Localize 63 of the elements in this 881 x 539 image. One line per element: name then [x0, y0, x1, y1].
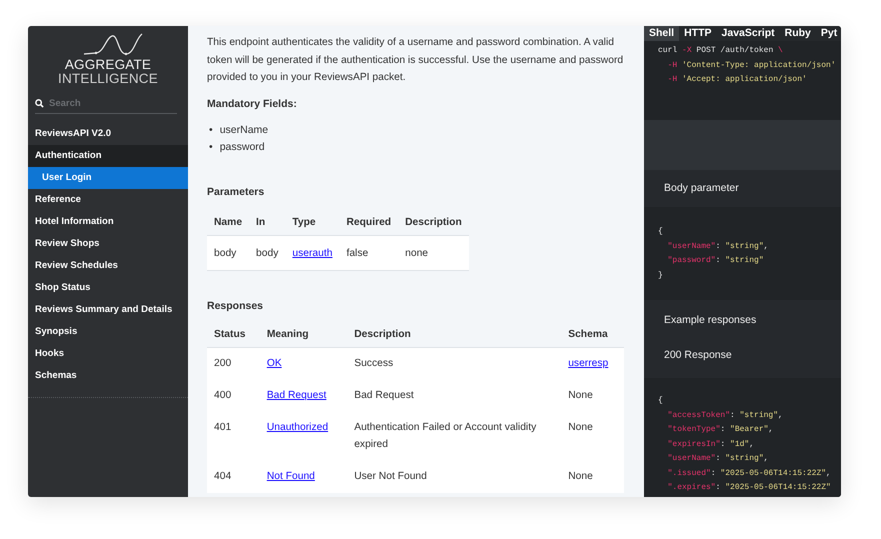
section-heading: Mandatory Fields: — [207, 98, 298, 110]
table-cell: 401 — [207, 412, 260, 460]
language-tab[interactable]: HTTP — [679, 26, 717, 41]
column-header: Description — [398, 210, 469, 235]
column-header: Name — [207, 210, 250, 235]
column-header: Required — [339, 210, 398, 235]
section-heading: Responses — [207, 300, 264, 312]
nav-item[interactable]: Schemas — [28, 365, 188, 387]
code-block: { "accessToken": "string", "tokenType": "Bearer", "expiresIn": "1d", "userName": "string", ".issued": "2025-05-06T14:15:22Z", ".expires": "2025-05-06T14:15:22Z" — [644, 378, 841, 497]
table-cell: Authentication Failed or Account validity expired — [347, 412, 562, 460]
table-cell: false — [339, 235, 398, 270]
intro-paragraph: This endpoint authenticates the validity of a username and password combination. A valid token will be generated if the authentication is successful. Use the username and password provided to you in your ReviewsAPI packet. — [207, 36, 624, 85]
table-cell: Success — [347, 347, 562, 380]
nav-item[interactable]: ReviewsAPI V2.0 — [28, 123, 188, 145]
status-link[interactable]: Not Found — [266, 470, 315, 482]
table-cell: body — [207, 235, 250, 270]
table-cell: 404 — [207, 460, 260, 492]
table-cell: Bad Request — [347, 380, 562, 412]
logo-text: AGGREGATE — [64, 58, 152, 72]
panel-heading: Body parameter — [644, 170, 841, 207]
status-link[interactable]: OK — [266, 358, 282, 368]
wave-logo-icon — [82, 32, 144, 58]
nav-subitem[interactable]: User Login — [28, 167, 188, 189]
nav-item[interactable]: Reference — [28, 189, 188, 211]
code-block: { "userName": "string", "password": "string" } — [644, 207, 841, 300]
table-cell: 200 — [207, 347, 260, 380]
table-cell: User Not Found — [347, 460, 562, 492]
search-field[interactable]: Search — [49, 97, 174, 110]
nav-item[interactable]: Synopsis — [28, 321, 188, 343]
table-cell: body — [249, 235, 286, 270]
language-tab[interactable]: JavaScript — [716, 26, 780, 41]
column-header: Schema — [561, 322, 624, 347]
panel-heading: 200 Response — [644, 340, 841, 378]
nav-item[interactable]: Review Shops — [28, 233, 188, 255]
table-cell: None — [568, 422, 593, 432]
status-link[interactable]: Unauthorized — [266, 422, 328, 432]
bullet-mark: • — [209, 122, 213, 138]
nav-item[interactable]: Review Schedules — [28, 255, 188, 277]
column-header: Status — [207, 322, 260, 347]
language-tab[interactable]: Shell — [644, 26, 680, 41]
section-heading: Parameters — [207, 186, 266, 198]
language-tab[interactable]: Ruby — [780, 26, 816, 41]
table-cell: None — [568, 390, 593, 400]
search-icon — [35, 99, 44, 108]
column-header: Description — [347, 322, 562, 347]
bullet-mark: • — [209, 140, 213, 155]
column-header: Type — [285, 210, 340, 235]
table-cell: 400 — [207, 380, 260, 412]
nav-item[interactable]: Shop Status — [28, 277, 188, 299]
nav-item[interactable]: Hotel Information — [28, 211, 188, 233]
language-tab[interactable]: Pyt — [816, 26, 841, 41]
field-list-item: password — [220, 140, 265, 155]
table-cell: none — [398, 235, 469, 270]
logo-text: INTELLIGENCE — [58, 72, 158, 86]
nav-item[interactable]: Reviews Summary and Details — [28, 299, 188, 321]
code-block: curl -X POST /auth/token \ -H 'Content-Type: application/json' -H 'Accept: application/json' — [644, 41, 841, 120]
nav-item[interactable]: Hooks — [28, 343, 188, 365]
column-header: In — [249, 210, 286, 235]
table-cell: None — [568, 470, 593, 482]
field-list-item: userName — [220, 122, 268, 138]
column-header: Meaning — [260, 322, 348, 347]
panel-heading: Example responses — [644, 300, 841, 340]
nav-item[interactable]: Authentication — [28, 145, 188, 167]
